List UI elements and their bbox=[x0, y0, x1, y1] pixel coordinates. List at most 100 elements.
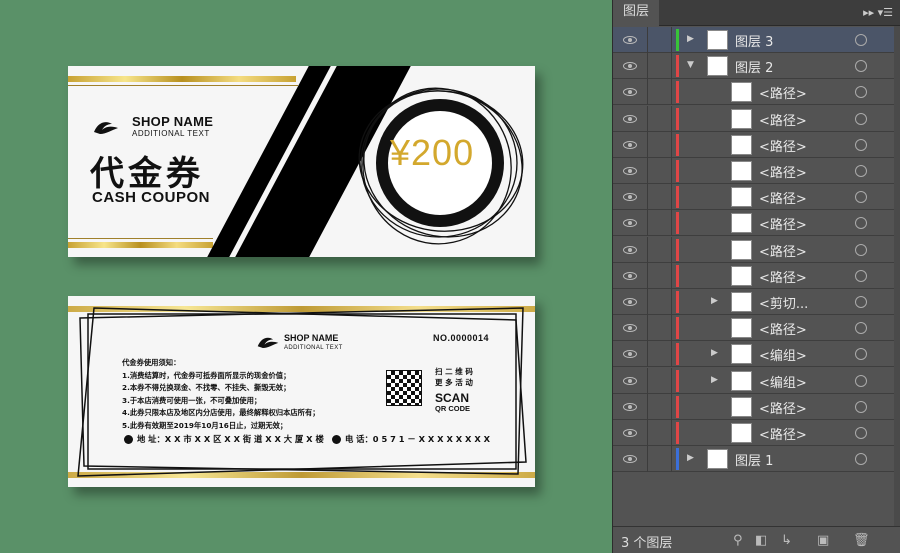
sublayer-row[interactable]: ▶ <编组> bbox=[613, 341, 895, 368]
sublayer-row[interactable]: ▶ <剪切... bbox=[613, 289, 895, 315]
target-circle-icon[interactable] bbox=[855, 348, 867, 361]
address-text: 地 址：X X 市 X X 区 X X 街 道 X X 大 厦 X 楼 bbox=[137, 434, 324, 444]
layer-name[interactable]: <路径> bbox=[759, 319, 807, 338]
target-circle-icon[interactable] bbox=[855, 60, 867, 73]
expand-arrow-icon[interactable]: ▶ bbox=[711, 348, 718, 358]
column-divider bbox=[647, 184, 648, 211]
visibility-eye-icon[interactable] bbox=[623, 88, 637, 97]
target-circle-icon[interactable] bbox=[855, 322, 867, 335]
expand-arrow-icon[interactable]: ▶ bbox=[711, 375, 718, 385]
layer-row[interactable]: ▶ 图层 3 bbox=[613, 27, 895, 53]
layer-name[interactable]: 图层 1 bbox=[735, 450, 773, 469]
delete-layer-icon[interactable]: 🗑 bbox=[853, 533, 870, 548]
target-circle-icon[interactable] bbox=[855, 165, 867, 177]
layer-name[interactable]: <编组> bbox=[759, 345, 807, 364]
layer-name[interactable]: <路径> bbox=[759, 267, 807, 286]
sublayer-row[interactable]: <路径> bbox=[613, 420, 895, 446]
visibility-eye-icon[interactable] bbox=[623, 114, 637, 123]
layer-color-bar bbox=[676, 133, 679, 156]
sublayer-row[interactable]: <路径> bbox=[613, 236, 895, 263]
visibility-eye-icon[interactable] bbox=[623, 271, 637, 280]
layer-row[interactable]: ▼ 图层 2 bbox=[613, 53, 895, 80]
visibility-eye-icon[interactable] bbox=[623, 429, 637, 437]
layer-name[interactable]: <路径> bbox=[759, 424, 807, 443]
sublayer-row[interactable]: <路径> bbox=[613, 131, 895, 158]
new-sublayer-icon[interactable]: ↳ bbox=[781, 533, 792, 548]
target-circle-icon[interactable] bbox=[855, 112, 867, 125]
expand-arrow-icon[interactable]: ▶ bbox=[687, 453, 694, 463]
visibility-eye-icon[interactable] bbox=[623, 245, 637, 254]
coupon-back[interactable]: SHOP NAME ADDITIONAL TEXT NO.0000014 代金券… bbox=[68, 296, 535, 487]
sublayer-row[interactable]: <路径> bbox=[613, 158, 895, 184]
layer-name[interactable]: <路径> bbox=[759, 110, 807, 129]
additional-text: ADDITIONAL TEXT bbox=[284, 345, 343, 351]
new-layer-icon[interactable]: ▣ bbox=[817, 533, 829, 548]
target-circle-icon[interactable] bbox=[855, 296, 867, 308]
tab-layers[interactable]: 图层 bbox=[613, 0, 660, 26]
coupon-front[interactable]: SHOP NAME ADDITIONAL TEXT 代金券 CASH COUPO… bbox=[68, 66, 535, 257]
expand-arrow-icon[interactable]: ▶ bbox=[687, 34, 694, 44]
sublayer-row[interactable]: ▶ <编组> bbox=[613, 367, 895, 394]
visibility-eye-icon[interactable] bbox=[623, 62, 637, 71]
layer-color-bar bbox=[676, 291, 679, 313]
column-divider bbox=[647, 262, 648, 289]
sublayer-row[interactable]: <路径> bbox=[613, 393, 895, 420]
layer-name[interactable]: <路径> bbox=[759, 241, 807, 260]
target-circle-icon[interactable] bbox=[855, 374, 867, 387]
layer-color-bar bbox=[676, 448, 679, 471]
visibility-eye-icon[interactable] bbox=[623, 402, 637, 411]
sublayer-row[interactable]: <路径> bbox=[613, 184, 895, 211]
target-circle-icon[interactable] bbox=[855, 453, 867, 466]
layer-color-bar bbox=[676, 107, 679, 130]
layer-row[interactable]: ▶ 图层 1 bbox=[613, 446, 895, 473]
target-circle-icon[interactable] bbox=[855, 34, 867, 46]
sublayer-row[interactable]: <路径> bbox=[613, 210, 895, 237]
target-circle-icon[interactable] bbox=[855, 86, 867, 99]
target-circle-icon[interactable] bbox=[855, 427, 867, 439]
visibility-eye-icon[interactable] bbox=[623, 219, 637, 228]
visibility-eye-icon[interactable] bbox=[623, 193, 637, 202]
expand-arrow-icon[interactable]: ▶ bbox=[711, 296, 718, 306]
visibility-eye-icon[interactable] bbox=[623, 140, 637, 149]
layer-name[interactable]: <路径> bbox=[759, 136, 807, 155]
layer-name[interactable]: <路径> bbox=[759, 83, 807, 102]
visibility-eye-icon[interactable] bbox=[623, 298, 637, 306]
layer-name[interactable]: <路径> bbox=[759, 214, 807, 233]
layer-name[interactable]: <编组> bbox=[759, 372, 807, 391]
layer-name[interactable]: <路径> bbox=[759, 398, 807, 417]
artboard-canvas[interactable]: SHOP NAME ADDITIONAL TEXT 代金券 CASH COUPO… bbox=[0, 0, 612, 553]
target-circle-icon[interactable] bbox=[855, 191, 867, 204]
layer-thumbnail bbox=[731, 318, 752, 339]
collapse-arrow-icon[interactable]: ▼ bbox=[687, 60, 694, 70]
layer-name[interactable]: <路径> bbox=[759, 162, 807, 181]
layer-name[interactable]: <剪切... bbox=[759, 293, 808, 312]
column-divider bbox=[647, 131, 648, 158]
layer-thumbnail bbox=[731, 265, 752, 286]
make-clipping-mask-icon[interactable]: ◧ bbox=[755, 533, 767, 548]
target-circle-icon[interactable] bbox=[855, 269, 867, 282]
visibility-eye-icon[interactable] bbox=[623, 36, 637, 44]
target-circle-icon[interactable] bbox=[855, 400, 867, 413]
phone-icon bbox=[332, 434, 341, 444]
layer-name[interactable]: 图层 2 bbox=[735, 57, 773, 76]
visibility-eye-icon[interactable] bbox=[623, 324, 637, 333]
scrollbar[interactable] bbox=[894, 26, 900, 526]
visibility-eye-icon[interactable] bbox=[623, 167, 637, 175]
column-divider bbox=[647, 236, 648, 263]
visibility-eye-icon[interactable] bbox=[623, 455, 637, 464]
visibility-eye-icon[interactable] bbox=[623, 350, 637, 359]
target-circle-icon[interactable] bbox=[855, 217, 867, 230]
layer-name[interactable]: <路径> bbox=[759, 188, 807, 207]
sublayer-row[interactable]: <路径> bbox=[613, 105, 895, 132]
column-divider bbox=[671, 289, 672, 315]
sublayer-row[interactable]: <路径> bbox=[613, 79, 895, 106]
column-divider bbox=[671, 210, 672, 237]
sublayer-row[interactable]: <路径> bbox=[613, 262, 895, 289]
layer-name[interactable]: 图层 3 bbox=[735, 31, 773, 50]
panel-menu-icon[interactable]: ▸▸ ▾☰ bbox=[863, 6, 893, 19]
locate-object-icon[interactable]: ⚲ bbox=[733, 533, 743, 548]
sublayer-row[interactable]: <路径> bbox=[613, 315, 895, 342]
target-circle-icon[interactable] bbox=[855, 243, 867, 256]
target-circle-icon[interactable] bbox=[855, 138, 867, 151]
visibility-eye-icon[interactable] bbox=[623, 376, 637, 385]
